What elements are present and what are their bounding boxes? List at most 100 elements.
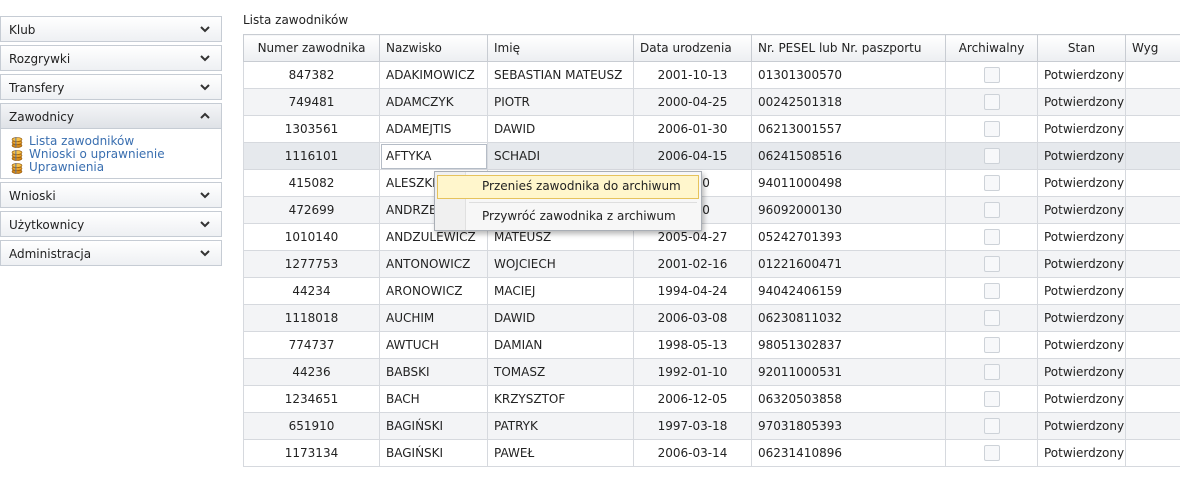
table-row[interactable]: 1010140 ANDZULEWICZ MATEUSZ 2005-04-27 05242… bbox=[243, 223, 1180, 251]
archive-checkbox[interactable] bbox=[983, 310, 1000, 326]
sidebar-section-administracja[interactable]: Administracja bbox=[0, 240, 222, 266]
cell-stan[interactable]: Potwierdzony bbox=[1037, 142, 1126, 170]
cell-pesel[interactable]: 06241508516 bbox=[751, 142, 946, 170]
cell-archiwalny[interactable] bbox=[945, 439, 1038, 467]
cell-data-urodzenia[interactable]: 2001-10-13 bbox=[633, 61, 752, 89]
cell-numer[interactable]: 1116101 bbox=[243, 142, 380, 170]
cell-stan[interactable]: Potwierdzony bbox=[1037, 250, 1126, 278]
sidebar-section-uzytkownicy[interactable]: Użytkownicy bbox=[0, 211, 222, 237]
cell-archiwalny[interactable] bbox=[945, 277, 1038, 305]
cell-archiwalny[interactable] bbox=[945, 61, 1038, 89]
cell-numer[interactable]: 774737 bbox=[243, 331, 380, 359]
archive-checkbox[interactable] bbox=[983, 67, 1000, 83]
cell-archiwalny[interactable] bbox=[945, 412, 1038, 440]
cell-archiwalny[interactable] bbox=[945, 88, 1038, 116]
archive-checkbox[interactable] bbox=[983, 94, 1000, 110]
cell-pesel[interactable]: 97031805393 bbox=[751, 412, 946, 440]
cell-pesel[interactable]: 98051302837 bbox=[751, 331, 946, 359]
sidebar-section-klub[interactable]: Klub bbox=[0, 16, 222, 42]
cell-imie[interactable]: SEBASTIAN MATEUSZ bbox=[487, 61, 634, 89]
cell-numer[interactable]: 847382 bbox=[243, 61, 380, 89]
cell-stan[interactable]: Potwierdzony bbox=[1037, 115, 1126, 143]
players-grid[interactable]: Numer zawodnika Nazwisko Imię Data urodz… bbox=[243, 34, 1180, 489]
cell-imie[interactable]: WOJCIECH bbox=[487, 250, 634, 278]
cell-nazwisko[interactable]: BAGIŃSKI bbox=[379, 412, 488, 440]
cell-archiwalny[interactable] bbox=[945, 196, 1038, 224]
cell-pesel[interactable]: 06230811032 bbox=[751, 304, 946, 332]
menu-item-move-to-archive[interactable]: Przenieś zawodnika do archiwum bbox=[437, 175, 699, 199]
table-row[interactable]: 774737 AWTUCH DAMIAN 1998-05-13 98051302837 P… bbox=[243, 331, 1180, 359]
cell-imie[interactable]: KRZYSZTOF bbox=[487, 385, 634, 413]
cell-pesel[interactable]: 94042406159 bbox=[751, 277, 946, 305]
cell-wyg[interactable] bbox=[1125, 169, 1180, 197]
table-row[interactable]: 749481 ADAMCZYK PIOTR 2000-04-25 00242501318… bbox=[243, 88, 1180, 116]
cell-stan[interactable]: Potwierdzony bbox=[1037, 169, 1126, 197]
sidebar-section-transfery[interactable]: Transfery bbox=[0, 74, 222, 100]
cell-pesel[interactable]: 94011000498 bbox=[751, 169, 946, 197]
cell-nazwisko[interactable]: ADAMEJTIS bbox=[379, 115, 488, 143]
cell-archiwalny[interactable] bbox=[945, 223, 1038, 251]
cell-nazwisko[interactable]: ADAKIMOWICZ bbox=[379, 61, 488, 89]
cell-stan[interactable]: Potwierdzony bbox=[1037, 196, 1126, 224]
column-header-numer[interactable]: Numer zawodnika bbox=[243, 34, 380, 62]
cell-nazwisko[interactable]: BABSKI bbox=[379, 358, 488, 386]
cell-numer[interactable]: 651910 bbox=[243, 412, 380, 440]
cell-numer[interactable]: 749481 bbox=[243, 88, 380, 116]
cell-wyg[interactable] bbox=[1125, 142, 1180, 170]
cell-data-urodzenia[interactable]: 2000-04-25 bbox=[633, 88, 752, 116]
cell-numer[interactable]: 1277753 bbox=[243, 250, 380, 278]
sidebar-section-zawodnicy[interactable]: Zawodnicy bbox=[0, 103, 222, 129]
table-row[interactable]: 472699ANDRZE09-2096092000130Potwierdzony bbox=[243, 196, 1180, 224]
cell-numer[interactable]: 1234651 bbox=[243, 385, 380, 413]
cell-imie[interactable]: SCHADI bbox=[487, 142, 634, 170]
archive-checkbox[interactable] bbox=[983, 121, 1000, 137]
cell-wyg[interactable] bbox=[1125, 88, 1180, 116]
cell-imie[interactable]: DAWID bbox=[487, 304, 634, 332]
cell-pesel[interactable]: 96092000130 bbox=[751, 196, 946, 224]
cell-archiwalny[interactable] bbox=[945, 358, 1038, 386]
archive-checkbox[interactable] bbox=[983, 283, 1000, 299]
cell-pesel[interactable]: 01301300570 bbox=[751, 61, 946, 89]
cell-pesel[interactable]: 92011000531 bbox=[751, 358, 946, 386]
menu-item-restore-from-archive[interactable]: Przywróć zawodnika z archiwum bbox=[437, 205, 699, 229]
cell-wyg[interactable] bbox=[1125, 223, 1180, 251]
cell-nazwisko[interactable]: ANTONOWICZ bbox=[379, 250, 488, 278]
cell-imie[interactable]: DAMIAN bbox=[487, 331, 634, 359]
archive-checkbox[interactable] bbox=[983, 256, 1000, 272]
archive-checkbox[interactable] bbox=[983, 418, 1000, 434]
cell-data-urodzenia[interactable]: 2006-04-15 bbox=[633, 142, 752, 170]
table-row[interactable]: 1116101 AFTYKA SCHADI 2006-04-15 06241508516… bbox=[243, 142, 1180, 170]
cell-nazwisko[interactable]: ADAMCZYK bbox=[379, 88, 488, 116]
cell-pesel[interactable]: 05242701393 bbox=[751, 223, 946, 251]
cell-numer[interactable]: 1118018 bbox=[243, 304, 380, 332]
cell-imie[interactable]: PATRYK bbox=[487, 412, 634, 440]
column-header-imie[interactable]: Imię bbox=[487, 34, 634, 62]
cell-data-urodzenia[interactable]: 1992-01-10 bbox=[633, 358, 752, 386]
cell-wyg[interactable] bbox=[1125, 331, 1180, 359]
archive-checkbox[interactable] bbox=[983, 175, 1000, 191]
cell-stan[interactable]: Potwierdzony bbox=[1037, 331, 1126, 359]
cell-wyg[interactable] bbox=[1125, 304, 1180, 332]
sidebar-item-uprawnienia[interactable]: Uprawnienia bbox=[1, 161, 221, 174]
cell-nazwisko[interactable]: AUCHIM bbox=[379, 304, 488, 332]
cell-archiwalny[interactable] bbox=[945, 385, 1038, 413]
cell-pesel[interactable]: 00242501318 bbox=[751, 88, 946, 116]
cell-stan[interactable]: Potwierdzony bbox=[1037, 385, 1126, 413]
cell-nazwisko[interactable]: ARONOWICZ bbox=[379, 277, 488, 305]
cell-wyg[interactable] bbox=[1125, 277, 1180, 305]
table-row[interactable]: 847382 ADAKIMOWICZ SEBASTIAN MATEUSZ 2001-1… bbox=[243, 61, 1180, 89]
cell-archiwalny[interactable] bbox=[945, 331, 1038, 359]
cell-stan[interactable]: Potwierdzony bbox=[1037, 277, 1126, 305]
cell-data-urodzenia[interactable]: 2001-02-16 bbox=[633, 250, 752, 278]
cell-wyg[interactable] bbox=[1125, 439, 1180, 467]
archive-checkbox[interactable] bbox=[983, 391, 1000, 407]
cell-wyg[interactable] bbox=[1125, 250, 1180, 278]
sidebar-section-wnioski[interactable]: Wnioski bbox=[0, 182, 222, 208]
cell-numer[interactable]: 44234 bbox=[243, 277, 380, 305]
cell-pesel[interactable]: 06213001557 bbox=[751, 115, 946, 143]
cell-stan[interactable]: Potwierdzony bbox=[1037, 61, 1126, 89]
cell-nazwisko[interactable]: BACH bbox=[379, 385, 488, 413]
cell-wyg[interactable] bbox=[1125, 385, 1180, 413]
table-row[interactable]: 651910 BAGIŃSKI PATRYK 1997-03-18 9703180539… bbox=[243, 412, 1180, 440]
cell-nazwisko[interactable]: BAGIŃSKI bbox=[379, 439, 488, 467]
